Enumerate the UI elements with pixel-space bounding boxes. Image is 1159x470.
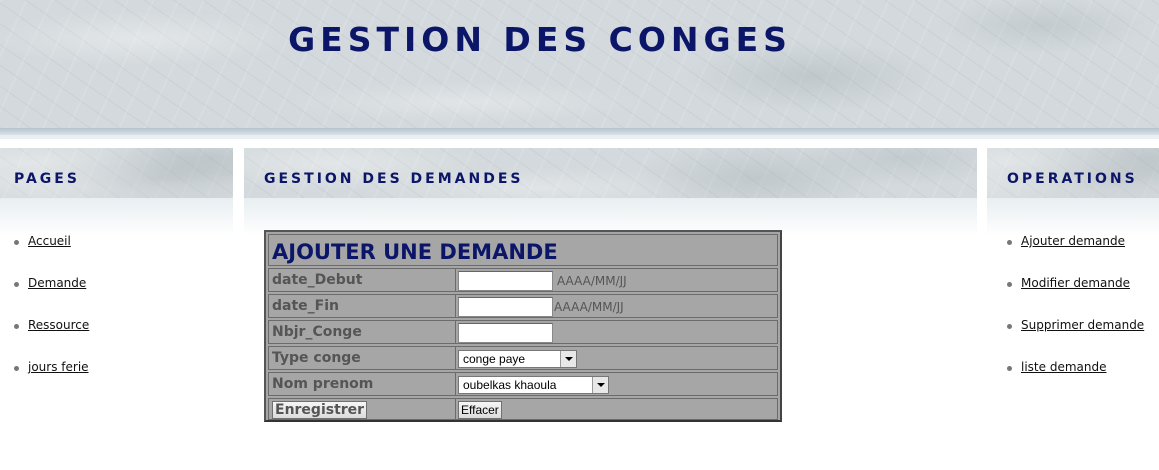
main-content-title: GESTION DES DEMANDES <box>264 171 524 187</box>
nom-prenom-selected-value: oubelkas khaoula <box>463 378 557 392</box>
form-row-date-debut: date_Debut AAAA/MM/JJ <box>268 268 778 292</box>
bullet-icon <box>1007 366 1012 371</box>
date-debut-label: date_Debut <box>272 272 363 288</box>
nav-item-jours-ferie: jours ferie <box>14 360 89 402</box>
right-sidebar-header: OPERATIONS <box>987 148 1159 198</box>
right-sidebar-title: OPERATIONS <box>1007 171 1138 187</box>
form-title: AJOUTER UNE DEMANDE <box>272 240 558 264</box>
bullet-icon <box>1007 282 1012 287</box>
date-debut-format-hint: AAAA/MM/JJ <box>557 274 627 288</box>
date-fin-input[interactable] <box>458 297 553 317</box>
op-item-modifier: Modifier demande <box>1007 276 1144 318</box>
main-content: GESTION DES DEMANDES <box>244 148 977 236</box>
page-header: GESTION DES CONGES <box>0 0 1159 128</box>
save-button[interactable]: Enregistrer <box>272 401 368 419</box>
dropdown-arrow-icon[interactable] <box>560 351 576 367</box>
op-item-ajouter: Ajouter demande <box>1007 234 1144 276</box>
header-divider <box>0 128 1159 148</box>
op-item-supprimer: Supprimer demande <box>1007 318 1144 360</box>
op-link-ajouter-demande[interactable]: Ajouter demande <box>1021 234 1125 248</box>
nav-link-demande[interactable]: Demande <box>28 276 86 290</box>
bullet-icon <box>1007 324 1012 329</box>
op-link-modifier-demande[interactable]: Modifier demande <box>1021 276 1130 290</box>
type-conge-selected-value: conge paye <box>463 352 526 366</box>
form-row-nbjr-conge: Nbjr_Conge <box>268 320 778 344</box>
bullet-icon <box>14 366 19 371</box>
form-row-date-fin: date_Fin AAAA/MM/JJ <box>268 294 778 318</box>
nav-link-jours-ferie[interactable]: jours ferie <box>28 360 89 374</box>
right-sidebar: OPERATIONS Ajouter demande Modifier dema… <box>987 148 1159 374</box>
nom-prenom-label: Nom prenom <box>272 376 374 392</box>
left-sidebar: PAGES Accueil Demande Ressource jours fe… <box>0 148 233 374</box>
dropdown-arrow-icon[interactable] <box>592 377 608 393</box>
pages-nav: Accueil Demande Ressource jours ferie <box>14 234 89 402</box>
form-row-nom-prenom: Nom prenom oubelkas khaoula <box>268 372 778 396</box>
date-fin-format-hint: AAAA/MM/JJ <box>554 300 624 314</box>
op-link-liste-demande[interactable]: liste demande <box>1021 360 1106 374</box>
date-debut-input[interactable] <box>458 271 553 291</box>
form-row-type-conge: Type conge conge paye <box>268 346 778 370</box>
nav-link-accueil[interactable]: Accueil <box>28 234 71 248</box>
nbjr-conge-input[interactable] <box>458 323 553 343</box>
form-title-row: AJOUTER UNE DEMANDE <box>268 234 778 266</box>
nav-link-ressource[interactable]: Ressource <box>28 318 89 332</box>
bullet-icon <box>14 282 19 287</box>
left-sidebar-title: PAGES <box>14 171 80 187</box>
type-conge-select[interactable]: conge paye <box>458 350 577 368</box>
page-title: GESTION DES CONGES <box>288 20 792 59</box>
main-content-header: GESTION DES DEMANDES <box>244 148 977 198</box>
operations-nav: Ajouter demande Modifier demande Supprim… <box>1007 234 1144 402</box>
add-request-form: AJOUTER UNE DEMANDE date_Debut AAAA/MM/J… <box>264 230 782 422</box>
bullet-icon <box>14 240 19 245</box>
nav-item-demande: Demande <box>14 276 89 318</box>
nav-item-ressource: Ressource <box>14 318 89 360</box>
bullet-icon <box>1007 240 1012 245</box>
nbjr-conge-label: Nbjr_Conge <box>272 324 362 340</box>
clear-button[interactable]: Effacer <box>458 401 502 419</box>
left-sidebar-header: PAGES <box>0 148 233 198</box>
bullet-icon <box>14 324 19 329</box>
op-link-supprimer-demande[interactable]: Supprimer demande <box>1021 318 1144 332</box>
nav-item-accueil: Accueil <box>14 234 89 276</box>
type-conge-label: Type conge <box>272 350 361 366</box>
date-fin-label: date_Fin <box>272 298 339 314</box>
op-item-liste: liste demande <box>1007 360 1144 402</box>
nom-prenom-select[interactable]: oubelkas khaoula <box>458 376 609 394</box>
form-row-actions: Enregistrer Effacer <box>268 398 778 420</box>
